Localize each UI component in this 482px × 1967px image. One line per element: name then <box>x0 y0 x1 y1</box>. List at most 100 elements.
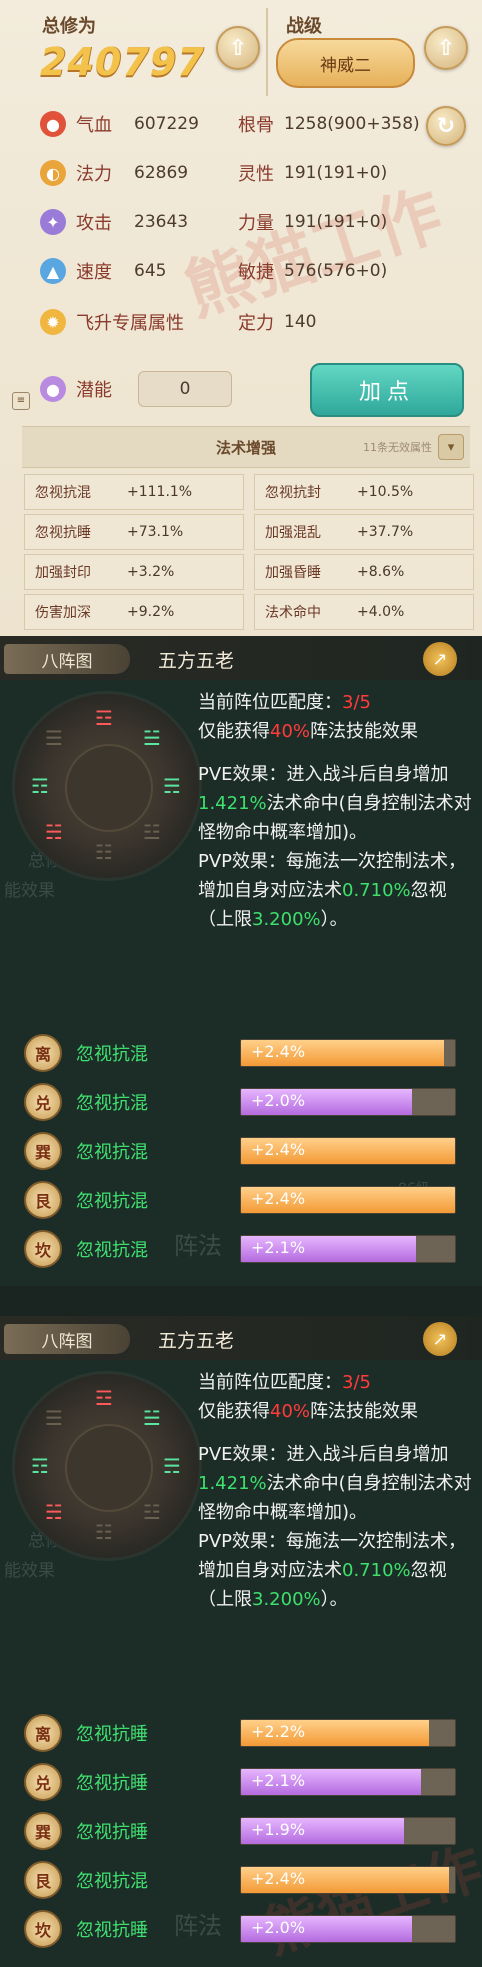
pvp-value: 0.710% <box>342 1560 411 1581</box>
trigram-kan-icon: ☵ <box>45 820 63 844</box>
buff-bar: +2.4% <box>240 1866 456 1894</box>
trigram-dui-icon: ☱ <box>143 1406 161 1430</box>
trigram-xun-icon: ☴ <box>163 1454 181 1478</box>
effect-line: 仅能获得40%阵法技能效果 <box>198 717 476 746</box>
pve-effect: PVE效果：进入战斗后自身增加1.421%法术命中(自身控制法术对怪物命中概率增… <box>198 760 476 847</box>
mana-swirl-icon: ◐ <box>40 160 66 186</box>
enhancement-name: 忽视抗混 <box>35 485 91 501</box>
trigram-badge: 兑 <box>24 1083 62 1121</box>
buff-bar: +2.4% <box>240 1039 456 1067</box>
formation-tab[interactable]: 八阵图 <box>4 1324 130 1354</box>
enhancement-cell: 加强封印 +3.2% <box>24 554 244 590</box>
stat-value: 191(191+0) <box>284 212 388 232</box>
match-value: 3/5 <box>342 1372 371 1393</box>
effect-suffix: 阵法技能效果 <box>310 721 419 742</box>
trigram-badge: 艮 <box>24 1181 62 1219</box>
wheel-center <box>65 744 153 832</box>
match-prefix: 当前阵位匹配度： <box>198 692 342 713</box>
effect-prefix: 仅能获得 <box>198 1401 270 1422</box>
formation-card-2: 八阵图 五方五老 ↗ 总修为 能效果 阵法 熊猫工作 ☲ ☱ ☴ ☶ ☵ ☰ ☷… <box>0 1316 482 1967</box>
refresh-button[interactable]: ↻ <box>426 106 466 146</box>
chevron-down-icon[interactable]: ▾ <box>438 434 464 460</box>
enhancement-value: +9.2% <box>127 604 175 620</box>
stat-name: 根骨 <box>238 115 274 136</box>
buff-bar: +2.1% <box>240 1768 456 1796</box>
buff-bar: +2.2% <box>240 1719 456 1747</box>
buff-bar: +2.0% <box>240 1915 456 1943</box>
ascension-attr-label: 飞升专属属性 <box>76 313 184 334</box>
trigram-dui-icon: ☱ <box>143 726 161 750</box>
enhancement-name: 法术命中 <box>265 605 321 621</box>
bagua-wheel: ☲ ☱ ☴ ☶ ☵ ☰ ☷ ☳ <box>12 691 202 881</box>
pve-value: 1.421% <box>198 1473 267 1494</box>
blood-drop-icon: ● <box>40 111 66 137</box>
pvp-effect: PVP效果：每施法一次控制法术，增加自身对应法术0.710%忽视（上限3.200… <box>198 847 476 934</box>
pvp-suffix: ）。 <box>320 1589 348 1610</box>
buff-row: 巽 忽视抗睡 +1.9% <box>0 1810 482 1850</box>
buff-bar: +2.4% <box>240 1186 456 1214</box>
trigram-gen-icon: ☶ <box>31 774 49 798</box>
formation-card-1: 八阵图 五方五老 ↗ 总修为 能效果 阵法 86级 ☲ ☱ ☴ ☶ ☵ ☰ ☷ … <box>0 636 482 1286</box>
buff-bar-label: +2.2% <box>251 1722 306 1741</box>
enhancement-value: +3.2% <box>127 564 175 580</box>
enhancement-value: +73.1% <box>127 524 184 540</box>
share-button[interactable]: ↗ <box>423 1322 457 1356</box>
pve-prefix: PVE效果：进入战斗后自身增加 <box>198 764 449 785</box>
trigram-inactive-icon: ☳ <box>143 1500 161 1524</box>
enhancement-value: +111.1% <box>127 484 193 500</box>
arrow-up-icon: ⇧ <box>436 35 456 61</box>
enhancement-cell: 忽视抗睡 +73.1% <box>24 514 244 550</box>
trigram-badge: 巽 <box>24 1812 62 1850</box>
stat-name: 灵性 <box>238 164 274 185</box>
stat-name: 法力 <box>76 164 112 185</box>
share-button[interactable]: ↗ <box>423 642 457 676</box>
cultivation-up-button[interactable]: ⇧ <box>216 26 260 70</box>
formation-tab-label: 八阵图 <box>41 651 93 672</box>
buff-bar-label: +2.1% <box>251 1238 306 1257</box>
trigram-badge: 巽 <box>24 1132 62 1170</box>
stat-value: 191(191+0) <box>284 163 388 183</box>
spell-enhance-header: 法术增强 11条无效属性 ▾ <box>22 426 470 468</box>
share-icon: ↗ <box>432 648 448 670</box>
card-separator <box>0 1286 482 1316</box>
buff-bar-label: +2.4% <box>251 1042 306 1061</box>
stat-row-hp: ● 气血 607229 根骨 1258(900+358) <box>40 107 420 141</box>
buff-bar-label: +2.1% <box>251 1771 306 1790</box>
buff-row: 艮 忽视抗混 +2.4% <box>0 1859 482 1899</box>
buff-bar: +1.9% <box>240 1817 456 1845</box>
stat-row-ascension: ✹ 飞升专属属性 定力 140 <box>40 305 316 339</box>
enhancement-cell: 忽视抗封 +10.5% <box>254 474 474 510</box>
rank-up-button[interactable]: ⇧ <box>424 26 468 70</box>
effect-line: 仅能获得40%阵法技能效果 <box>198 1397 476 1426</box>
stat-value: 140 <box>284 312 317 332</box>
list-icon[interactable]: ≡ <box>12 392 30 410</box>
trigram-badge: 离 <box>24 1714 62 1752</box>
enhancement-cell: 加强混乱 +37.7% <box>254 514 474 550</box>
stat-value: 607229 <box>134 114 199 134</box>
formation-title: 五方五老 <box>158 650 235 672</box>
sword-icon: ✦ <box>40 209 66 235</box>
enhancement-name: 加强封印 <box>35 565 91 581</box>
add-points-label: 加点 <box>358 380 415 405</box>
stat-row-potential: ● 潜能 0 <box>40 371 232 407</box>
buff-row: 离 忽视抗混 +2.4% <box>0 1032 482 1072</box>
stat-name: 气血 <box>76 115 112 136</box>
trigram-badge: 坎 <box>24 1230 62 1268</box>
buff-bar-label: +2.4% <box>251 1189 306 1208</box>
stat-value: 576(576+0) <box>284 261 388 281</box>
enhancement-value: +10.5% <box>357 484 414 500</box>
character-stats-panel: 熊猫工作 总修为 240797 ⇧ 战级 神威二 ⇧ ● 气血 607229 根… <box>0 0 482 636</box>
trigram-gen-icon: ☶ <box>31 1454 49 1478</box>
formation-tab[interactable]: 八阵图 <box>4 644 130 674</box>
bg-ghost-label: 能效果 <box>4 1561 55 1581</box>
share-icon: ↗ <box>432 1328 448 1350</box>
stat-value: 1258(900+358) <box>284 114 420 134</box>
buff-row: 离 忽视抗睡 +2.2% <box>0 1712 482 1752</box>
buff-name: 忽视抗睡 <box>76 1724 148 1745</box>
enhancement-name: 加强混乱 <box>265 525 321 541</box>
formation-title: 五方五老 <box>158 1330 235 1352</box>
formation-description: 当前阵位匹配度：3/5 仅能获得40%阵法技能效果 PVE效果：进入战斗后自身增… <box>198 1368 476 1614</box>
rank-badge-text: 神威二 <box>320 55 371 76</box>
add-points-button[interactable]: 加点 <box>310 363 464 417</box>
effect-suffix: 阵法技能效果 <box>310 1401 419 1422</box>
